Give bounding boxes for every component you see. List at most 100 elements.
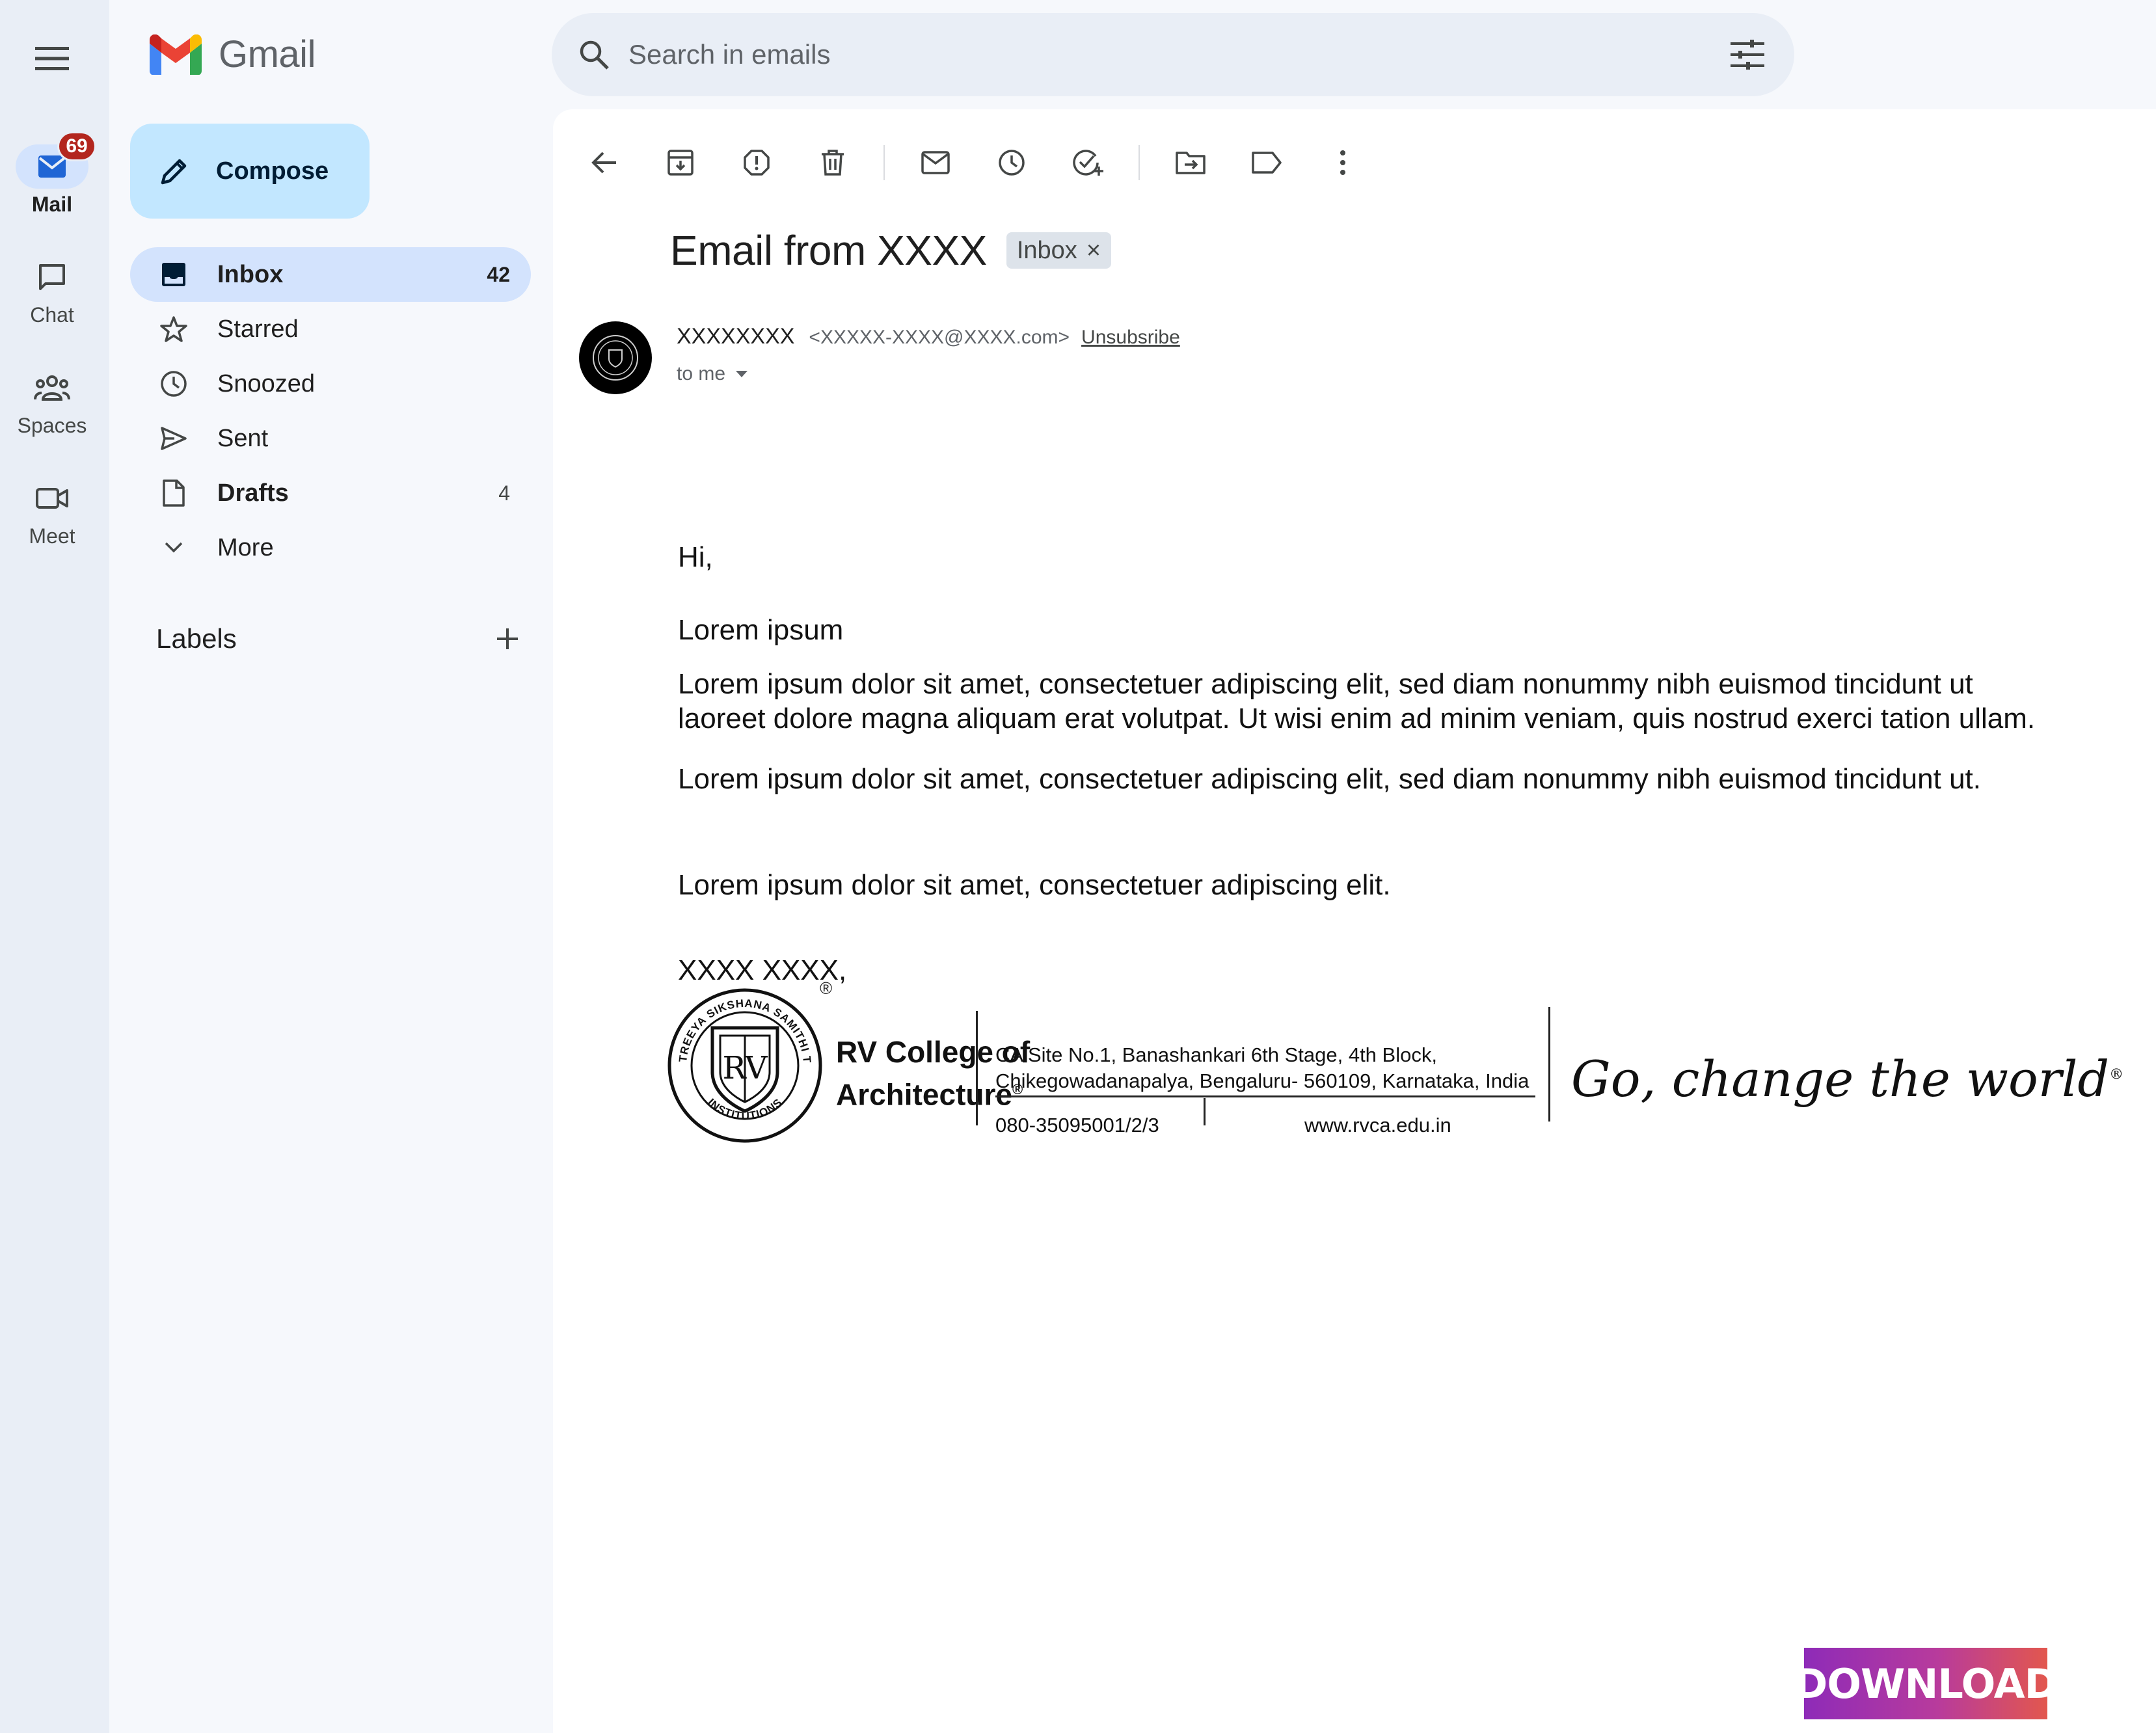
mail-unread-badge: 69 [57, 131, 96, 161]
compose-label: Compose [216, 157, 329, 185]
search-icon [580, 40, 609, 70]
snooze-icon [999, 150, 1025, 176]
recipient-details-toggle[interactable]: to me [677, 363, 749, 385]
address-line-2: Chikegowadanapalya, Bengaluru- 560109, K… [995, 1069, 1529, 1092]
sender-avatar-logo-icon [593, 335, 638, 381]
college-tagline: Go, change the world® [1571, 1050, 2123, 1108]
rail-item-mail[interactable]: 69 Mail [0, 131, 104, 217]
pencil-icon [161, 159, 187, 185]
main-menu-button[interactable] [29, 35, 75, 82]
mark-unread-button[interactable] [910, 137, 961, 188]
snooze-button[interactable] [986, 137, 1037, 188]
inbox-count: 42 [487, 262, 510, 286]
labels-header: Labels [156, 623, 520, 654]
back-button[interactable] [579, 137, 630, 188]
app-rail: 69 Mail Chat Spaces Meet [0, 0, 109, 1733]
nav-panel: Gmail Compose Inbox 42 Starred Snoozed S… [109, 0, 553, 1733]
svg-text:RV: RV [722, 1050, 768, 1086]
search-options-button[interactable] [1729, 38, 1766, 71]
nav-label-snoozed: Snoozed [217, 369, 316, 397]
search-input[interactable] [628, 39, 1729, 70]
add-task-icon [1073, 150, 1103, 176]
nav-label-starred: Starred [217, 315, 299, 343]
rail-label-spaces: Spaces [17, 414, 87, 437]
delete-button[interactable] [807, 137, 858, 188]
address-line-1: CA Site No.1, Banashankari 6th Stage, 4t… [995, 1043, 1437, 1066]
sender-email: <XXXXX-XXXX@XXXX.com> [809, 327, 1070, 348]
nav-item-sent[interactable]: Sent [130, 411, 531, 466]
compose-button[interactable]: Compose [130, 124, 370, 219]
move-to-icon [1176, 152, 1206, 174]
email-subject: Email from XXXX [670, 227, 987, 274]
nav-label-inbox: Inbox [217, 260, 284, 288]
move-to-button[interactable] [1165, 137, 1216, 188]
create-label-button[interactable] [494, 626, 520, 652]
rail-label-mail: Mail [31, 193, 73, 216]
search-button[interactable] [578, 38, 610, 71]
back-arrow-icon [591, 152, 616, 174]
unsubscribe-link[interactable]: Unsubsribe [1081, 327, 1180, 349]
message-view: Email from XXXX Inbox × XXXXXXXX <XXXXX-… [553, 109, 2156, 1733]
nav-label-sent: Sent [217, 424, 269, 452]
email-paragraph-1a: Lorem ipsum dolor sit amet, consectetuer… [678, 668, 1973, 700]
send-icon [161, 427, 187, 450]
draft-icon [163, 479, 185, 507]
report-spam-icon [744, 150, 770, 176]
nav-item-inbox[interactable]: Inbox 42 [130, 247, 531, 302]
inbox-icon [162, 263, 185, 286]
toolbar-separator [1139, 145, 1140, 180]
rail-item-chat[interactable]: Chat [0, 255, 104, 327]
star-icon [160, 316, 187, 342]
nav-item-starred[interactable]: Starred [130, 302, 531, 356]
rail-label-meet: Meet [29, 524, 75, 548]
tagline-text: Go, change the world [1571, 1050, 2110, 1108]
more-vert-icon [1340, 150, 1345, 175]
tune-icon [1731, 40, 1764, 70]
college-address: CA Site No.1, Banashankari 6th Stage, 4t… [995, 1042, 1529, 1094]
mark-unread-icon [921, 151, 950, 174]
download-button[interactable]: DOWNLOAD [1794, 1648, 2058, 1719]
signature-divider [1548, 1007, 1550, 1122]
rail-pill-meet [16, 476, 88, 520]
sender-avatar[interactable] [579, 321, 652, 394]
report-spam-button[interactable] [731, 137, 782, 188]
delete-icon [822, 150, 844, 176]
signature-divider [976, 1011, 978, 1125]
add-to-tasks-button[interactable] [1062, 137, 1113, 188]
tagline-registered-mark: ® [2109, 1066, 2124, 1083]
email-paragraph-3: Lorem ipsum dolor sit amet, consectetuer… [678, 869, 1391, 901]
email-paragraph-1b: laoreet dolore magna aliquam erat volutp… [678, 703, 2036, 734]
nav-item-snoozed[interactable]: Snoozed [130, 356, 531, 411]
rail-item-spaces[interactable]: Spaces [0, 366, 104, 438]
archive-button[interactable] [655, 137, 706, 188]
more-actions-button[interactable] [1317, 137, 1368, 188]
mail-icon [38, 155, 66, 178]
rail-item-meet[interactable]: Meet [0, 476, 104, 548]
remove-label-button[interactable]: × [1086, 237, 1101, 265]
gmail-logo-link[interactable]: Gmail [148, 33, 316, 76]
toolbar-separator [883, 145, 885, 180]
college-name-line-2: Architecture [836, 1077, 1012, 1112]
drafts-count: 4 [498, 481, 510, 505]
rail-pill-chat [16, 255, 88, 299]
folder-list: Inbox 42 Starred Snoozed Sent Drafts 4 M… [130, 247, 531, 575]
inbox-label-chip-text: Inbox [1016, 236, 1077, 264]
message-toolbar [579, 133, 1394, 193]
plus-icon [497, 628, 518, 649]
gmail-wordmark: Gmail [219, 33, 316, 75]
rail-pill-mail: 69 [16, 131, 96, 189]
nav-item-more[interactable]: More [130, 520, 531, 575]
inbox-label-chip: Inbox × [1006, 232, 1112, 269]
sender-name[interactable]: XXXXXXXX [677, 324, 794, 349]
college-website[interactable]: www.rvca.edu.in [1304, 1114, 1451, 1137]
logo-registered-mark: ® [820, 978, 833, 998]
clock-icon [161, 371, 187, 397]
labels-button[interactable] [1241, 137, 1292, 188]
signature-rule [995, 1095, 1535, 1097]
subject-row: Email from XXXX Inbox × [670, 226, 1112, 275]
email-paragraph-2: Lorem ipsum dolor sit amet, consectetuer… [678, 763, 1981, 795]
nav-label-drafts: Drafts [217, 479, 289, 507]
nav-label-more: More [217, 533, 274, 561]
nav-item-drafts[interactable]: Drafts 4 [130, 466, 531, 520]
college-phone: 080-35095001/2/3 [995, 1114, 1159, 1136]
